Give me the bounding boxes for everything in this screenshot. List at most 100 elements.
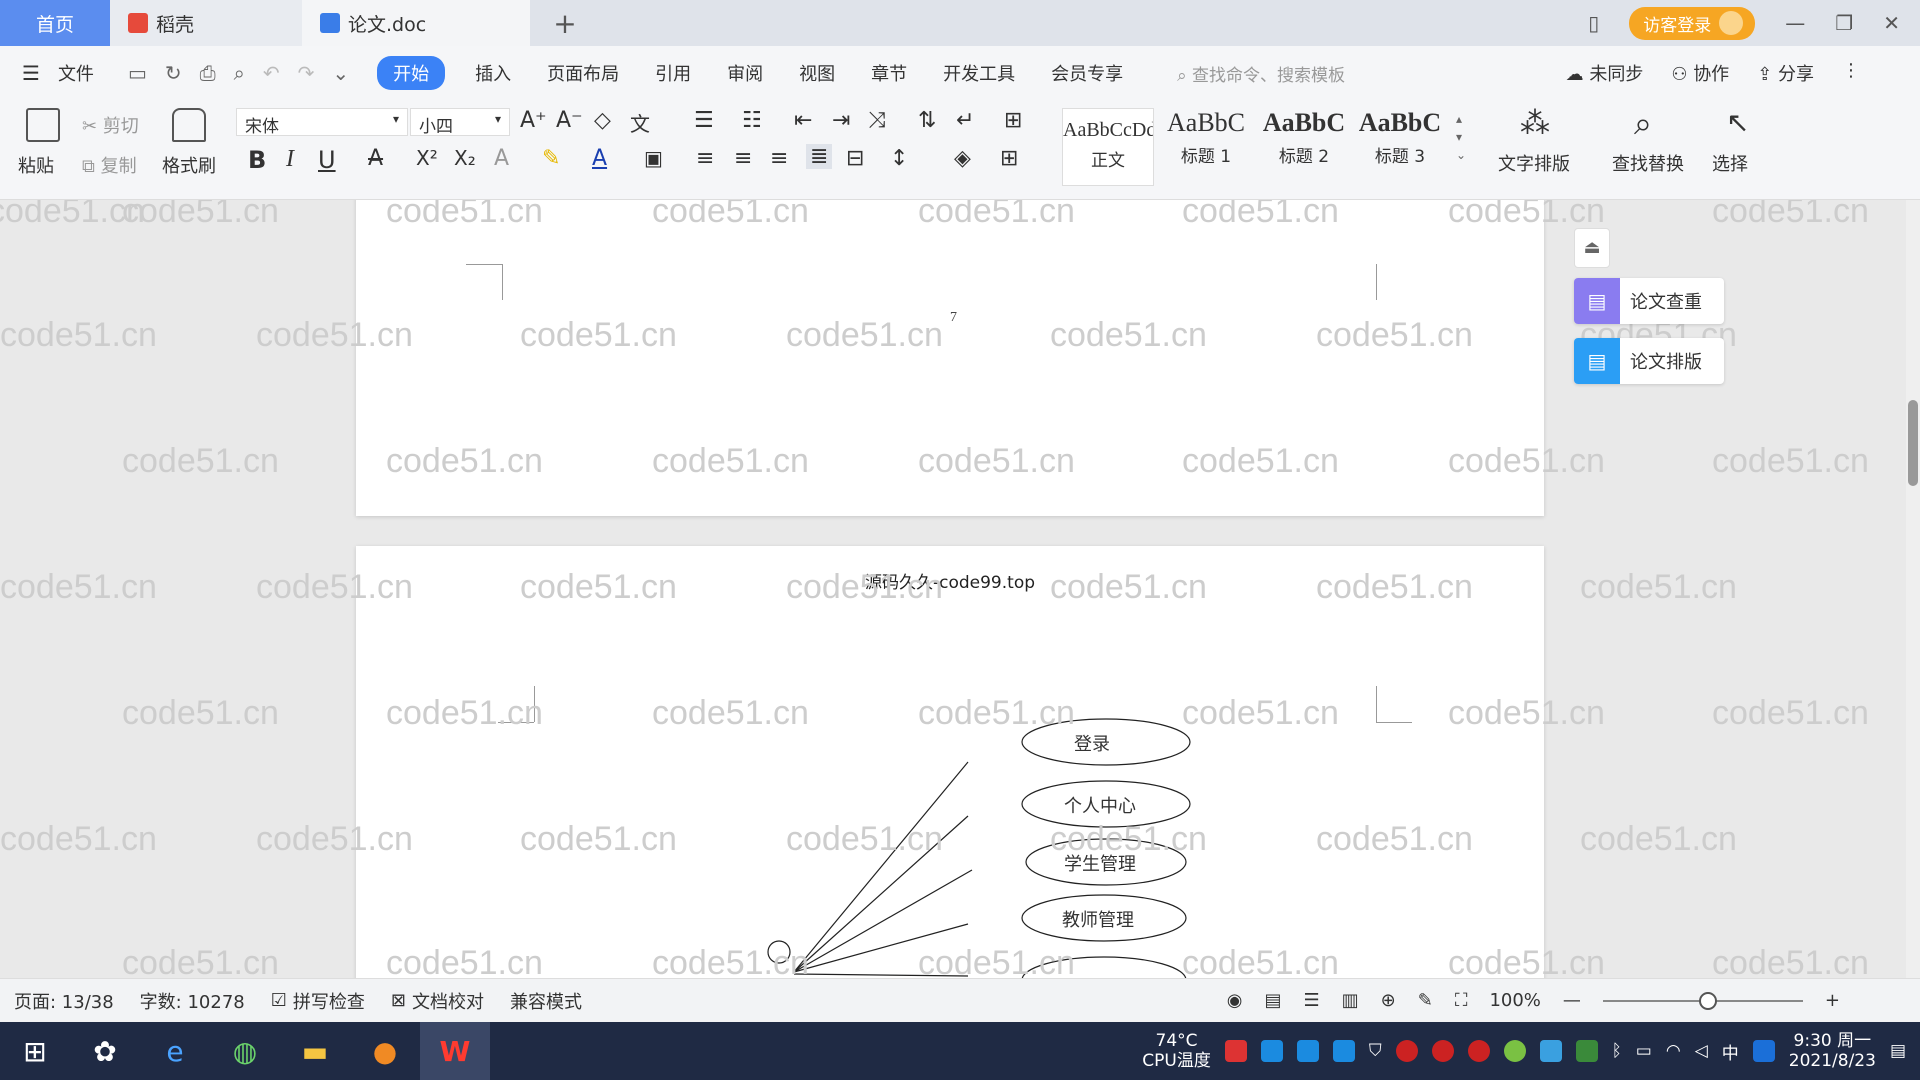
pointer-icon[interactable]: ↖ [1726,106,1749,139]
number-list-icon[interactable]: ☷ [742,108,762,133]
line-spacing-icon[interactable]: ↕ [890,146,908,171]
battery-icon[interactable]: ▭ [1636,1041,1652,1061]
input-method[interactable]: 中 [1722,1039,1739,1064]
spell-check-button[interactable]: ☑ 拼写检查 [271,988,365,1014]
file-explorer-icon[interactable]: ▬ [280,1022,350,1080]
hamburger-icon[interactable]: ☰ [22,61,40,85]
word-count[interactable]: 字数: 10278 [140,988,245,1014]
collapse-panel-button[interactable]: ⏏ [1574,228,1610,268]
guest-login-button[interactable]: 访客登录 [1629,6,1756,40]
menu-insert[interactable]: 插入 [457,60,529,86]
qq-icon[interactable] [1431,1040,1454,1062]
tab-home[interactable]: 首页 [0,0,110,46]
shrink-font-icon[interactable]: A⁻ [556,108,583,133]
bold-icon[interactable]: B [248,146,266,174]
italic-icon[interactable]: I [286,146,294,173]
redo-icon[interactable]: ↷ [298,61,315,85]
menu-references[interactable]: 引用 [637,60,709,86]
print-preview-icon[interactable]: ⌕ [234,61,245,85]
menu-chapter[interactable]: 章节 [853,60,925,86]
qq-icon[interactable] [1395,1040,1418,1062]
doc-proof-button[interactable]: ⊠ 文档校对 [391,988,484,1014]
wifi-icon[interactable]: ◠ [1666,1041,1681,1061]
collaborate-button[interactable]: ⚇ 协作 [1671,60,1729,86]
print-icon[interactable]: ⎙ [200,61,216,85]
format-painter-button[interactable]: 格式刷 [162,152,216,178]
align-left-icon[interactable]: ≡ [696,146,714,171]
qq-icon[interactable] [1467,1040,1490,1062]
text-effect-icon[interactable]: A [494,146,509,171]
menu-review[interactable]: 审阅 [709,60,781,86]
cut-button[interactable]: ✂ 剪切 [82,112,139,138]
export-icon[interactable]: ↻ [165,61,182,85]
save-icon[interactable]: ▭ [128,61,147,85]
font-color-icon[interactable]: A [592,146,607,171]
shield-icon[interactable]: ⛉ [1369,1041,1382,1061]
tray-app-icon[interactable] [1224,1040,1247,1062]
cpu-temperature[interactable]: 74°C CPU温度 [1142,1031,1211,1071]
font-size-select[interactable]: 小四 ▾ [410,108,510,137]
reading-view-icon[interactable]: ▥ [1342,990,1359,1011]
notification-icon[interactable]: ▤ [1890,1041,1906,1061]
align-center-icon[interactable]: ≡ [734,146,752,171]
page[interactable]: 源码久久-code99.top 登录 个人中心 学生管理 教师管理 [356,546,1544,978]
ie-browser-icon[interactable]: e [140,1022,210,1080]
fan-app-icon[interactable]: ✿ [70,1022,140,1080]
wps-office-icon[interactable]: W [420,1022,490,1080]
decrease-indent-icon[interactable]: ⇤ [794,108,812,133]
tray-app-icon[interactable] [1296,1040,1319,1062]
zoom-in-button[interactable]: + [1825,990,1840,1011]
tray-app-icon[interactable] [1260,1040,1283,1062]
volume-icon[interactable]: ◁ [1695,1041,1708,1061]
text-layout-icon[interactable]: ⁂ [1520,106,1550,141]
subscript-icon[interactable]: X₂ [454,146,476,170]
scrollbar-thumb[interactable] [1908,400,1918,486]
page-view-icon[interactable]: ▤ [1264,990,1281,1011]
fit-page-icon[interactable]: ⛶ [1455,990,1468,1011]
eye-protection-icon[interactable]: ◉ [1227,990,1243,1011]
style-normal[interactable]: AaBbCcDd 正文 [1062,108,1154,186]
format-painter-icon[interactable] [172,108,206,142]
command-search[interactable]: ⌕ 查找命令、搜索模板 [1177,61,1345,86]
style-heading-2[interactable]: AaBbC 标题 2 [1258,108,1350,186]
justify-icon[interactable]: ≣ [806,144,833,169]
menu-page-layout[interactable]: 页面布局 [529,60,637,86]
select-button[interactable]: 选择 [1712,150,1748,176]
close-button[interactable]: ✕ [1883,11,1900,35]
zoom-slider[interactable] [1602,991,1803,1010]
browser-360-icon[interactable]: ◍ [210,1022,280,1080]
tray-app-icon[interactable] [1539,1040,1562,1062]
grow-font-icon[interactable]: A⁺ [520,108,547,133]
undo-icon[interactable]: ↶ [263,61,280,85]
menu-member[interactable]: 会员专享 [1033,60,1141,86]
new-tab-button[interactable]: + [530,0,600,46]
text-layout-button[interactable]: 文字排版 [1498,150,1570,176]
layout-toggle-icon[interactable]: ▯ [1588,11,1599,35]
windows-start-button[interactable]: ⊞ [0,1022,70,1080]
tab-daoke[interactable]: 稻壳 [110,0,302,46]
superscript-icon[interactable]: X² [416,146,438,170]
font-name-select[interactable]: 宋体 ▾ [236,108,408,137]
web-view-icon[interactable]: ⊕ [1381,990,1396,1011]
zoom-slider-knob[interactable] [1698,991,1717,1010]
tray-app-icon[interactable] [1332,1040,1355,1062]
strikethrough-icon[interactable]: A [368,146,383,171]
highlight-icon[interactable]: ✎ [542,146,560,171]
styles-scroll-icon[interactable]: ▴ ▾ ⌄ [1456,110,1466,164]
menu-dev-tools[interactable]: 开发工具 [925,60,1033,86]
paste-icon[interactable] [26,108,60,142]
page[interactable]: 7 [356,200,1544,516]
system-clock[interactable]: 9:30 周一 2021/8/23 [1789,1031,1876,1071]
search-icon[interactable]: ⌕ [1634,104,1652,143]
copy-button[interactable]: ⧉ 复制 [82,152,137,178]
bluetooth-icon[interactable]: ᛒ [1612,1041,1622,1061]
tray-app-icon[interactable] [1503,1040,1526,1062]
menu-start[interactable]: 开始 [377,56,446,90]
bullet-list-icon[interactable]: ☰ [694,108,714,133]
page-indicator[interactable]: 页面: 13/38 [14,988,114,1014]
borders-icon[interactable]: ⊞ [1000,146,1018,171]
tab-stops-icon[interactable]: ⊞ [1004,108,1022,133]
search-app-icon[interactable] [1752,1040,1775,1062]
nvidia-icon[interactable] [1575,1040,1598,1062]
app-avatar-icon[interactable]: ● [350,1022,420,1080]
